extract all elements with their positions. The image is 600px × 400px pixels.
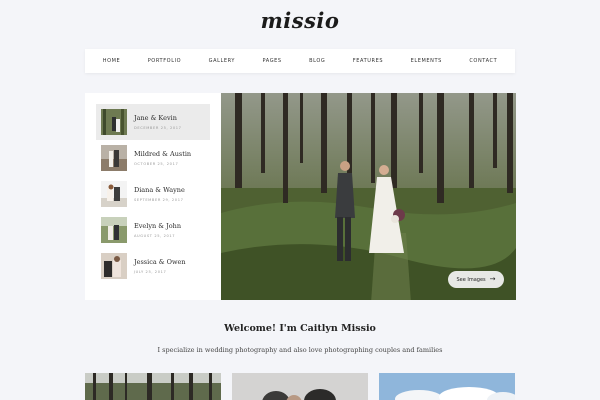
- post-thumbnail: [101, 145, 127, 171]
- post-item-jessica-owen[interactable]: Jessica & Owen JULY 25, 2017: [96, 248, 210, 284]
- post-title: Jane & Kevin: [134, 114, 177, 122]
- nav-home[interactable]: HOME: [103, 58, 121, 64]
- gallery-thumb-couple[interactable]: [232, 373, 368, 400]
- nav-pages[interactable]: PAGES: [262, 58, 281, 64]
- arrow-right-icon: →: [489, 275, 496, 283]
- welcome-text: I specialize in wedding photography and …: [157, 346, 443, 354]
- nav-gallery[interactable]: GALLERY: [209, 58, 235, 64]
- site-logo[interactable]: missio: [0, 8, 600, 33]
- post-thumbnail: [101, 181, 127, 207]
- post-date: SEPTEMBER 29, 2017: [134, 198, 184, 202]
- post-title: Jessica & Owen: [134, 258, 186, 266]
- gallery-thumb-forest[interactable]: [85, 373, 221, 400]
- welcome-heading: Welcome! I'm Caitlyn Missio: [224, 323, 376, 334]
- featured-image[interactable]: See Images →: [221, 93, 516, 300]
- post-item-diana-wayne[interactable]: Diana & Wayne SEPTEMBER 29, 2017: [96, 176, 210, 212]
- nav-elements[interactable]: ELEMENTS: [411, 58, 442, 64]
- see-images-label: See Images: [456, 276, 486, 283]
- post-date: AUGUST 25, 2017: [134, 234, 176, 238]
- post-item-jane-kevin[interactable]: Jane & Kevin DECEMBER 25, 2017: [96, 104, 210, 140]
- featured-photo: [221, 93, 516, 300]
- post-date: OCTOBER 25, 2017: [134, 162, 179, 166]
- nav-portfolio[interactable]: PORTFOLIO: [148, 58, 182, 64]
- post-title: Evelyn & John: [134, 222, 182, 230]
- post-thumbnail: [101, 109, 127, 135]
- nav-features[interactable]: FEATURES: [353, 58, 383, 64]
- gallery-thumb-sky[interactable]: [379, 373, 515, 400]
- post-title: Diana & Wayne: [134, 186, 185, 194]
- post-item-evelyn-john[interactable]: Evelyn & John AUGUST 25, 2017: [96, 212, 210, 248]
- see-images-button[interactable]: See Images →: [448, 271, 504, 288]
- main-nav: HOME PORTFOLIO GALLERY PAGES BLOG FEATUR…: [85, 49, 515, 73]
- post-title: Mildred & Austin: [134, 150, 192, 158]
- nav-contact[interactable]: CONTACT: [469, 58, 497, 64]
- post-item-mildred-austin[interactable]: Mildred & Austin OCTOBER 25, 2017: [96, 140, 210, 176]
- post-thumbnail: [101, 253, 127, 279]
- post-date: DECEMBER 25, 2017: [134, 126, 182, 130]
- post-thumbnail: [101, 217, 127, 243]
- nav-blog[interactable]: BLOG: [309, 58, 325, 64]
- post-date: JULY 25, 2017: [134, 270, 167, 274]
- post-list: Jane & Kevin DECEMBER 25, 2017 Mildred &…: [85, 93, 221, 300]
